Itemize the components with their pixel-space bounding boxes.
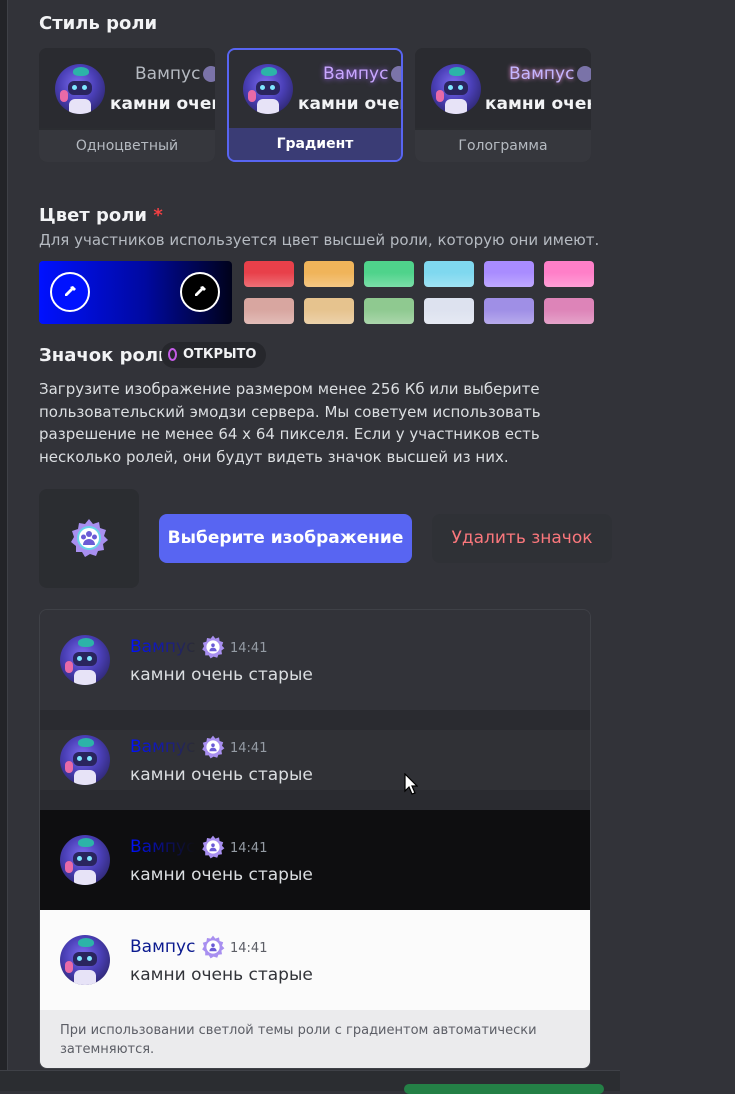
preview-message: камни очень xyxy=(485,94,591,114)
role-icon-heading: Значок роли xyxy=(39,345,171,366)
style-card-preview: Вампус камни очень xyxy=(415,48,591,128)
color-swatch[interactable] xyxy=(424,261,474,287)
role-style-heading: Стиль роли xyxy=(39,13,158,34)
style-card-hologram[interactable]: Вампус камни очень Голограмма xyxy=(415,48,591,162)
color-swatch[interactable] xyxy=(424,298,474,324)
role-icon-description: Загрузите изображение размером менее 256… xyxy=(39,380,541,466)
preview-name: Вампус xyxy=(323,64,389,84)
avatar xyxy=(431,64,481,114)
role-badge-icon xyxy=(203,66,215,82)
preview-row-black: Вампус 14:41 камни очень старые xyxy=(40,810,590,910)
choose-image-button[interactable]: Выберите изображение xyxy=(159,514,412,563)
role-badge-icon xyxy=(201,735,225,759)
sidebar-edge xyxy=(0,0,7,1090)
preview-message: камни очень xyxy=(298,94,401,114)
role-badge-icon xyxy=(391,66,401,82)
style-card-gradient[interactable]: Вампус камни очень Градиент xyxy=(227,48,403,162)
preview-name: Вампус xyxy=(130,737,196,757)
light-theme-note: При использовании светлой темы роли с гр… xyxy=(40,1010,590,1068)
color-swatch[interactable] xyxy=(544,261,594,287)
preview-time: 14:41 xyxy=(230,941,268,956)
role-icon-preview xyxy=(39,489,139,588)
style-card-solid[interactable]: Вампус камни очень Одноцветный xyxy=(39,48,215,162)
style-card-label: Одноцветный xyxy=(39,130,215,162)
role-color-heading: Цвет роли * xyxy=(39,205,163,226)
color-swatch[interactable] xyxy=(244,261,294,287)
mouse-cursor-icon xyxy=(404,773,418,795)
avatar xyxy=(60,635,110,685)
avatar xyxy=(55,64,105,114)
remove-icon-button[interactable]: Удалить значок xyxy=(432,514,612,563)
style-card-label: Голограмма xyxy=(415,130,591,162)
preview-text: камни очень старые xyxy=(130,865,313,885)
gradient-color-picker[interactable] xyxy=(39,261,232,324)
color-swatch[interactable] xyxy=(304,261,354,287)
color-swatch[interactable] xyxy=(484,298,534,324)
role-icon xyxy=(71,519,108,557)
avatar xyxy=(243,64,293,114)
color-swatch[interactable] xyxy=(244,298,294,324)
role-color-description: Для участников используется цвет высшей … xyxy=(39,231,600,249)
role-badge-icon xyxy=(201,935,225,959)
preview-name: Вампус xyxy=(135,64,201,84)
color-swatch[interactable] xyxy=(544,298,594,324)
unlocked-badge: ОТКРЫТО xyxy=(161,342,267,368)
avatar xyxy=(60,935,110,985)
divider xyxy=(7,0,8,1090)
theme-previews: Вампус 14:41 камни очень старые Вампус 1… xyxy=(39,609,591,1069)
preview-message: камни очень xyxy=(110,94,215,114)
preview-text: камни очень старые xyxy=(130,765,313,785)
preview-row-light: Вампус 14:41 камни очень старые xyxy=(40,910,590,1010)
preview-text: камни очень старые xyxy=(130,665,313,685)
preview-time: 14:41 xyxy=(230,841,268,856)
color-swatch[interactable] xyxy=(484,261,534,287)
preview-row-dark: Вампус 14:41 камни очень старые xyxy=(40,610,590,710)
eyedropper-icon[interactable] xyxy=(180,272,220,312)
eyedropper-icon[interactable] xyxy=(50,272,90,312)
color-swatch[interactable] xyxy=(304,298,354,324)
preview-name: Вампус xyxy=(130,837,196,857)
preview-name: Вампус xyxy=(130,637,196,657)
preview-time: 14:41 xyxy=(230,641,268,656)
style-card-preview: Вампус камни очень xyxy=(229,50,401,130)
nitro-gem-icon xyxy=(168,348,177,361)
color-swatch[interactable] xyxy=(364,261,414,287)
preview-row-darker: Вампус 14:41 камни очень старые xyxy=(40,710,590,810)
role-badge-icon xyxy=(201,835,225,859)
avatar xyxy=(60,835,110,885)
preview-name: Вампус xyxy=(509,64,575,84)
preview-time: 14:41 xyxy=(230,741,268,756)
save-changes-button[interactable] xyxy=(404,1084,604,1094)
role-badge-icon xyxy=(201,635,225,659)
style-card-preview: Вампус камни очень xyxy=(39,48,215,128)
avatar xyxy=(60,735,110,785)
preview-text: камни очень старые xyxy=(130,965,313,985)
preview-name: Вампус xyxy=(130,937,196,957)
style-card-label: Градиент xyxy=(229,128,401,160)
role-badge-icon xyxy=(577,66,591,82)
color-swatch[interactable] xyxy=(364,298,414,324)
